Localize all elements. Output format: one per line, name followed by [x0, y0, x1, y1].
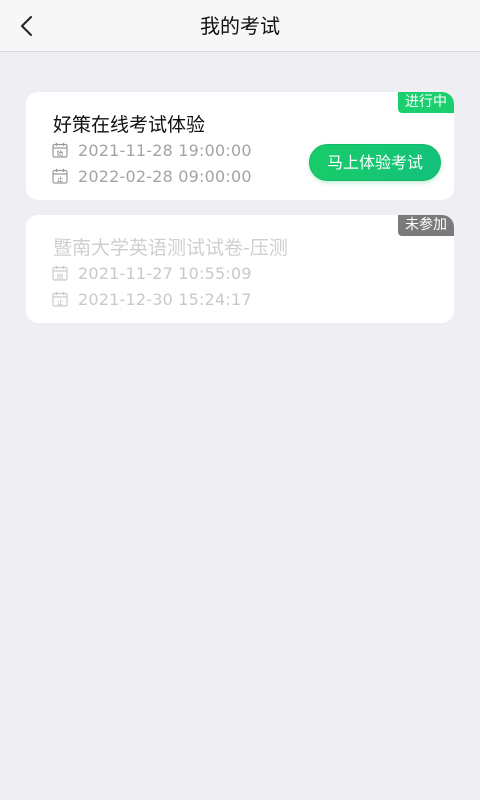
exam-card[interactable]: 未参加 暨南大学英语测试试卷-压测 始 2021-11-27 10:55:09 …: [26, 215, 454, 323]
page-title: 我的考试: [200, 14, 280, 38]
exam-title: 暨南大学英语测试试卷-压测: [53, 237, 288, 259]
end-time-row: 止 2022-02-28 09:00:00: [52, 166, 252, 186]
svg-text:止: 止: [57, 174, 64, 183]
end-time: 2022-02-28 09:00:00: [78, 166, 252, 186]
end-time-row: 止 2021-12-30 15:24:17: [52, 289, 252, 309]
status-badge: 进行中: [398, 92, 454, 113]
svg-text:止: 止: [57, 297, 64, 306]
calendar-end-icon: 止: [52, 168, 68, 184]
start-time-row: 始 2021-11-27 10:55:09: [52, 263, 252, 283]
svg-text:始: 始: [57, 271, 64, 280]
top-nav-bar: 我的考试: [0, 0, 480, 52]
start-time: 2021-11-27 10:55:09: [78, 263, 252, 283]
start-time: 2021-11-28 19:00:00: [78, 140, 252, 160]
calendar-start-icon: 始: [52, 265, 68, 281]
calendar-end-icon: 止: [52, 291, 68, 307]
start-time-row: 始 2021-11-28 19:00:00: [52, 140, 252, 160]
exam-title: 好策在线考试体验: [53, 114, 206, 136]
start-exam-button[interactable]: 马上体验考试: [309, 144, 441, 181]
svg-text:始: 始: [57, 148, 64, 157]
calendar-start-icon: 始: [52, 142, 68, 158]
end-time: 2021-12-30 15:24:17: [78, 289, 252, 309]
exam-card[interactable]: 进行中 好策在线考试体验 始 2021-11-28 19:00:00 止 202…: [26, 92, 454, 200]
status-badge: 未参加: [398, 215, 454, 236]
